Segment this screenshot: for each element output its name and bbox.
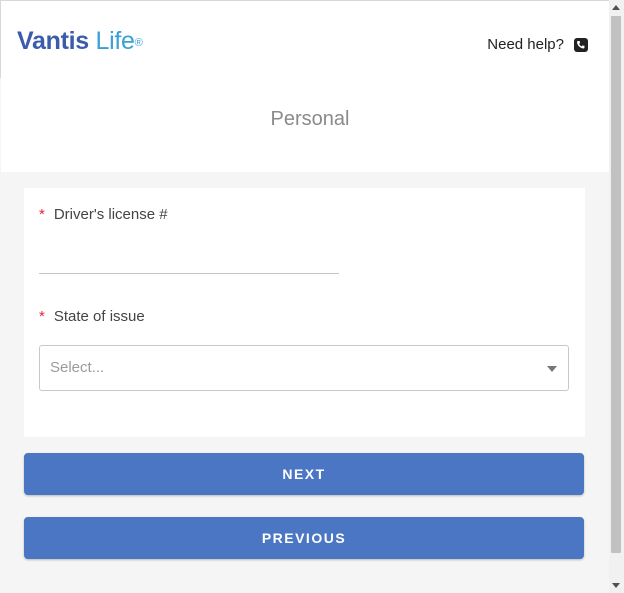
- need-help-label: Need help?: [487, 36, 564, 53]
- scroll-up-icon[interactable]: [612, 5, 620, 10]
- vertical-scrollbar[interactable]: [609, 0, 624, 593]
- form-card: * Driver's license # * State of issue Sele…: [24, 188, 585, 437]
- state-of-issue-select[interactable]: Select...: [39, 345, 569, 391]
- drivers-license-input[interactable]: [39, 243, 339, 274]
- next-button[interactable]: NEXT: [24, 453, 584, 495]
- phone-icon[interactable]: [574, 37, 588, 52]
- brand-logo: Vantis Life®: [17, 27, 143, 55]
- state-of-issue-label-text: State of issue: [53, 308, 145, 325]
- previous-button[interactable]: PREVIOUS: [24, 517, 584, 559]
- chevron-down-icon[interactable]: [547, 366, 557, 372]
- need-help-link[interactable]: Need help?: [487, 36, 588, 53]
- state-of-issue-placeholder: Select...: [50, 359, 105, 376]
- page-title: Personal: [270, 108, 350, 130]
- scrollbar-thumb[interactable]: [611, 16, 621, 553]
- brand-name-part2: Life: [88, 27, 135, 55]
- state-of-issue-label: * State of issue: [39, 308, 145, 325]
- registered-mark: ®: [134, 37, 143, 49]
- header: Vantis Life® Need help? Personal: [1, 1, 609, 172]
- brand-name-part1: Vantis: [17, 27, 89, 55]
- drivers-license-label-text: Driver's license #: [53, 206, 168, 223]
- required-marker: *: [39, 308, 45, 325]
- required-marker: *: [39, 206, 45, 223]
- scroll-down-icon[interactable]: [612, 583, 620, 588]
- drivers-license-label: * Driver's license #: [39, 206, 168, 223]
